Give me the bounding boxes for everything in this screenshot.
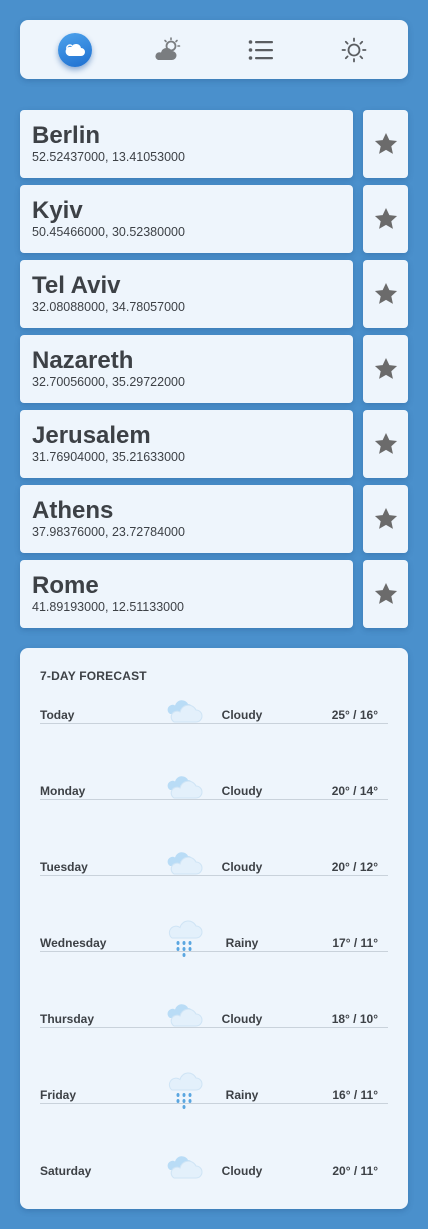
forecast-temperatures: 20° / 11° — [332, 1164, 378, 1178]
city-coordinates: 32.08088000, 34.78057000 — [32, 300, 185, 314]
city-name: Berlin — [32, 122, 101, 149]
nav-weather-app[interactable] — [55, 30, 95, 70]
forecast-temperatures: 17° / 11° — [332, 936, 378, 950]
forecast-condition: Rainy — [225, 936, 259, 950]
forecast-day: Wednesday — [40, 936, 107, 950]
city-row: Nazareth 32.70056000, 35.29722000 — [20, 335, 408, 403]
cloudy-icon — [164, 846, 206, 880]
city-name: Jerusalem — [32, 422, 151, 449]
city-card[interactable]: Kyiv 50.45466000, 30.52380000 — [20, 185, 353, 253]
cloud-sun-icon — [57, 32, 92, 67]
forecast-day: Saturday — [40, 1164, 92, 1178]
favorite-button[interactable] — [363, 485, 408, 553]
forecast-row: Monday Cloudy 20° / 14° — [40, 724, 388, 800]
city-card[interactable]: Athens 37.98376000, 23.72784000 — [20, 485, 353, 553]
forecast-temperatures: 18° / 10° — [331, 1012, 378, 1026]
favorite-button[interactable] — [363, 185, 408, 253]
forecast-condition: Cloudy — [221, 860, 263, 874]
forecast-row: Wednesday Rainy 17° / 11° — [40, 876, 388, 957]
city-row: Kyiv 50.45466000, 30.52380000 — [20, 185, 408, 253]
favorite-button[interactable] — [363, 260, 408, 328]
rainy-icon — [164, 1070, 206, 1109]
city-row: Jerusalem 31.76904000, 35.21633000 — [20, 410, 408, 478]
forecast-row: Today Cloudy 25° / 16° — [40, 648, 388, 724]
forecast-row: Friday Rainy 16° / 11° — [40, 1028, 388, 1109]
forecast-condition: Rainy — [225, 1088, 259, 1102]
cloudy-icon — [164, 1150, 206, 1184]
city-coordinates: 41.89193000, 12.51133000 — [32, 600, 185, 614]
forecast-day: Tuesday — [40, 860, 88, 874]
city-card[interactable]: Jerusalem 31.76904000, 35.21633000 — [20, 410, 353, 478]
favorite-button[interactable] — [363, 560, 408, 628]
nav-forecast[interactable] — [148, 30, 188, 70]
forecast-temperatures: 20° / 12° — [331, 860, 378, 874]
star-icon — [373, 581, 399, 607]
forecast-day: Thursday — [40, 1012, 95, 1026]
city-card[interactable]: Berlin 52.52437000, 13.41053000 — [20, 110, 353, 178]
nav-list[interactable] — [241, 30, 281, 70]
cloudy-icon — [164, 770, 206, 804]
city-card[interactable]: Tel Aviv 32.08088000, 34.78057000 — [20, 260, 353, 328]
forecast-temperatures: 20° / 14° — [331, 784, 378, 798]
city-card[interactable]: Rome 41.89193000, 12.51133000 — [20, 560, 353, 628]
star-icon — [373, 431, 399, 457]
forecast-condition: Cloudy — [221, 708, 263, 722]
list-icon — [248, 39, 273, 60]
star-icon — [373, 281, 399, 307]
nav-settings[interactable] — [334, 30, 374, 70]
favorite-button[interactable] — [363, 335, 408, 403]
favorite-button[interactable] — [363, 110, 408, 178]
forecast-temperatures: 16° / 11° — [332, 1088, 378, 1102]
city-name: Tel Aviv — [32, 272, 121, 299]
forecast-row: Tuesday Cloudy 20° / 12° — [40, 800, 388, 876]
star-icon — [373, 506, 399, 532]
city-name: Kyiv — [32, 197, 83, 224]
city-coordinates: 52.52437000, 13.41053000 — [32, 150, 185, 164]
forecast-condition: Cloudy — [221, 1012, 263, 1026]
city-coordinates: 37.98376000, 23.72784000 — [32, 525, 185, 539]
forecast-condition: Cloudy — [221, 784, 263, 798]
forecast-temperatures: 25° / 16° — [331, 708, 378, 722]
forecast-row: Thursday Cloudy 18° / 10° — [40, 952, 388, 1028]
rainy-icon — [164, 918, 206, 957]
star-icon — [373, 356, 399, 382]
forecast-condition: Cloudy — [221, 1164, 263, 1178]
city-row: Tel Aviv 32.08088000, 34.78057000 — [20, 260, 408, 328]
forecast-day: Today — [40, 708, 75, 722]
city-row: Athens 37.98376000, 23.72784000 — [20, 485, 408, 553]
forecast-card: 7-DAY FORECAST Today Cloudy 25° / 16° Monda… — [20, 648, 408, 1209]
forecast-row: Saturday Cloudy 20° / 11° — [40, 1104, 388, 1180]
city-coordinates: 31.76904000, 35.21633000 — [32, 450, 185, 464]
star-icon — [373, 206, 399, 232]
city-coordinates: 50.45466000, 30.52380000 — [32, 225, 185, 239]
city-row: Berlin 52.52437000, 13.41053000 — [20, 110, 408, 178]
partly-cloudy-icon — [154, 36, 180, 60]
city-name: Rome — [32, 572, 99, 599]
city-card[interactable]: Nazareth 32.70056000, 35.29722000 — [20, 335, 353, 403]
favorite-button[interactable] — [363, 410, 408, 478]
star-icon — [373, 131, 399, 157]
sun-icon — [341, 37, 366, 62]
city-name: Nazareth — [32, 347, 134, 374]
city-coordinates: 32.70056000, 35.29722000 — [32, 375, 185, 389]
forecast-day: Monday — [40, 784, 86, 798]
city-row: Rome 41.89193000, 12.51133000 — [20, 560, 408, 628]
cloudy-icon — [164, 998, 206, 1032]
top-nav-bar — [20, 20, 408, 79]
forecast-day: Friday — [40, 1088, 77, 1102]
city-name: Athens — [32, 497, 114, 524]
cloudy-icon — [164, 694, 206, 728]
